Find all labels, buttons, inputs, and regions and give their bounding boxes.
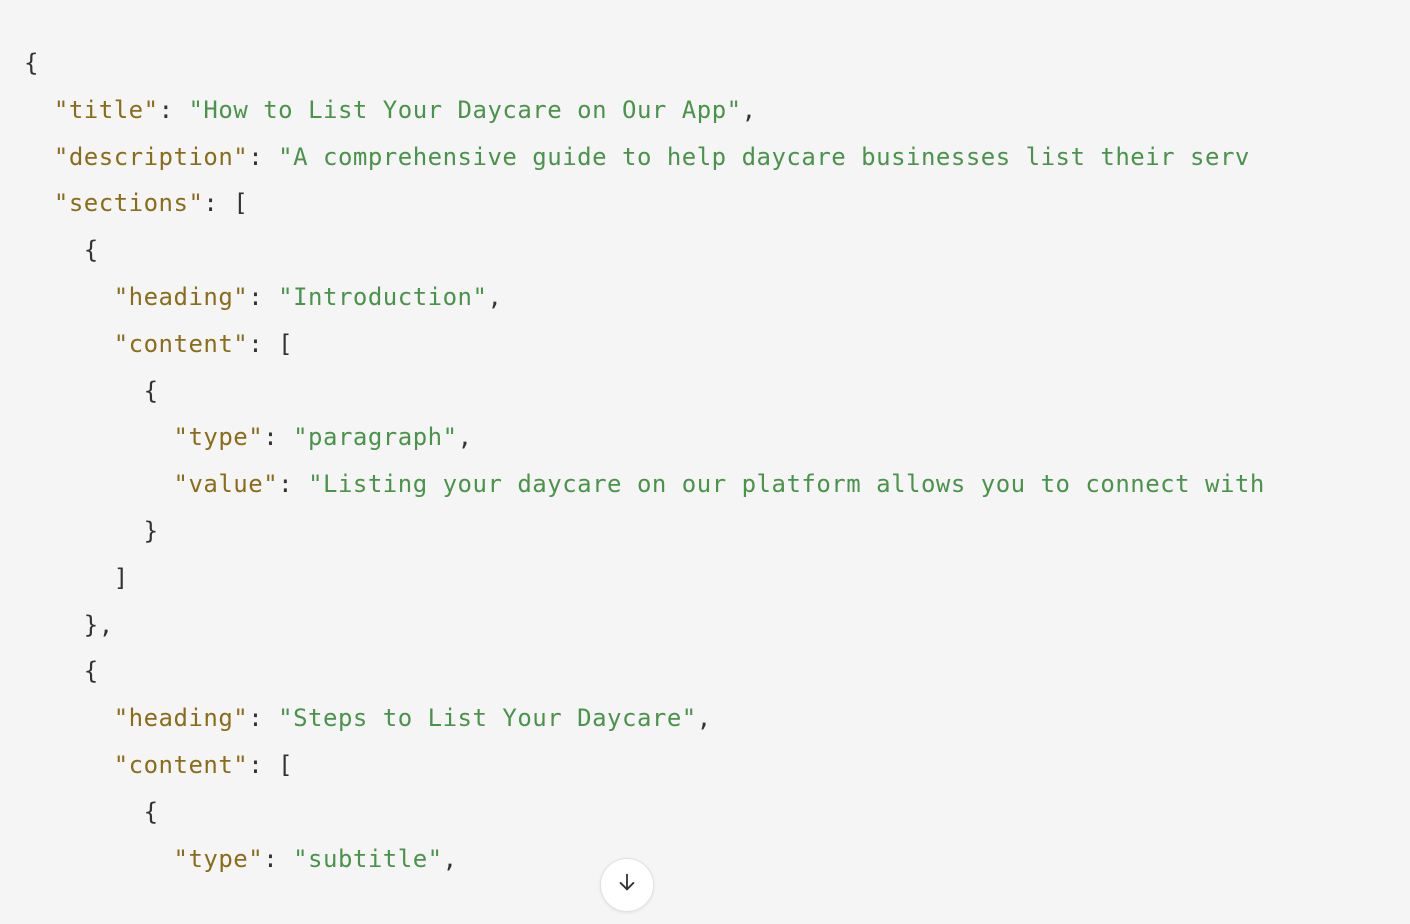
json-key-heading: "heading"	[114, 283, 249, 311]
bracket-close: ]	[24, 564, 129, 592]
bracket-open: [	[278, 751, 293, 779]
bracket-open: [	[278, 330, 293, 358]
brace-close: }	[24, 517, 159, 545]
brace-open: {	[24, 49, 39, 77]
json-string: "A comprehensive guide to help daycare b…	[278, 143, 1250, 171]
brace-open: {	[24, 377, 159, 405]
bracket-open: [	[233, 189, 248, 217]
json-string: "Listing your daycare on our platform al…	[308, 470, 1265, 498]
json-key-title: "title"	[54, 96, 159, 124]
json-code-block: { "title": "How to List Your Daycare on …	[24, 40, 1410, 882]
brace-open: {	[24, 798, 159, 826]
brace-close: },	[24, 611, 114, 639]
scroll-down-button[interactable]	[600, 858, 654, 912]
json-key-content: "content"	[114, 330, 249, 358]
json-key-type: "type"	[174, 423, 264, 451]
json-key-type: "type"	[174, 845, 264, 873]
json-string: "How to List Your Daycare on Our App"	[188, 96, 741, 124]
json-string: "Steps to List Your Daycare"	[278, 704, 697, 732]
json-key-sections: "sections"	[54, 189, 204, 217]
brace-open: {	[24, 236, 99, 264]
json-string: "Introduction"	[278, 283, 487, 311]
json-key-heading: "heading"	[114, 704, 249, 732]
json-key-content: "content"	[114, 751, 249, 779]
arrow-down-icon	[616, 862, 638, 909]
json-key-value: "value"	[174, 470, 279, 498]
json-key-description: "description"	[54, 143, 248, 171]
brace-open: {	[24, 657, 99, 685]
json-string: "paragraph"	[293, 423, 457, 451]
json-string: "subtitle"	[293, 845, 443, 873]
